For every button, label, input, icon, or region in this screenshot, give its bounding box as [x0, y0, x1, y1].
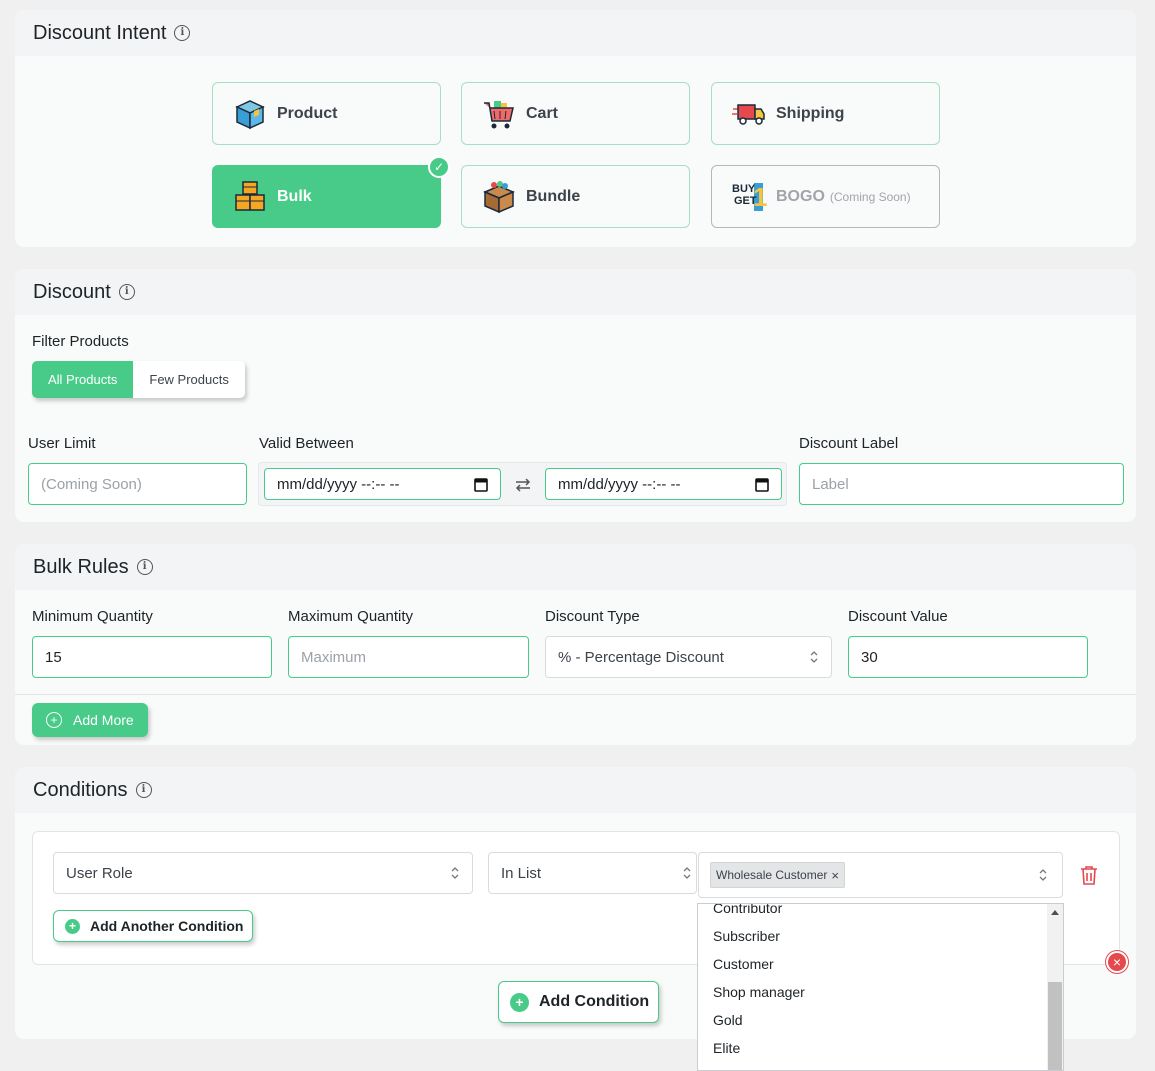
- condition-operator-select[interactable]: In List: [488, 852, 697, 894]
- dropdown-option[interactable]: Gold: [698, 1006, 1063, 1034]
- min-quantity-label: Minimum Quantity: [32, 608, 153, 625]
- intent-bogo-label: BOGO: [776, 187, 825, 205]
- add-another-condition-label: Add Another Condition: [90, 918, 244, 934]
- selected-tag-label: Wholesale Customer: [716, 868, 828, 882]
- intent-cart-label: Cart: [526, 104, 559, 122]
- discount-label-input[interactable]: Label: [799, 463, 1124, 505]
- discount-intent-header: Discount Intent i: [15, 10, 1136, 56]
- condition-field-select[interactable]: User Role: [53, 852, 473, 894]
- user-limit-label: User Limit: [28, 435, 96, 452]
- select-arrows-icon: [451, 867, 459, 879]
- date-end-value: mm/dd/yyyy --:-- --: [558, 475, 681, 493]
- select-arrows-icon: [810, 651, 818, 663]
- add-condition-button[interactable]: + Add Condition: [498, 981, 660, 1023]
- filter-all-products[interactable]: All Products: [32, 361, 134, 398]
- scroll-up-arrow-icon[interactable]: [1051, 910, 1059, 915]
- filter-products-label: Filter Products: [32, 333, 129, 350]
- max-quantity-input[interactable]: Maximum: [288, 636, 529, 678]
- dropdown-option[interactable]: Shop manager: [698, 978, 1063, 1006]
- max-quantity-label: Maximum Quantity: [288, 608, 414, 625]
- trash-icon[interactable]: [1080, 865, 1098, 890]
- cart-icon: [482, 97, 516, 131]
- intent-bundle-label: Bundle: [526, 187, 581, 205]
- calendar-icon[interactable]: [474, 477, 488, 496]
- bulk-boxes-icon: [233, 180, 267, 214]
- user-limit-input[interactable]: (Coming Soon): [28, 463, 247, 505]
- filter-products-toggle: All Products Few Products: [32, 361, 245, 398]
- select-arrows-icon: [683, 867, 691, 879]
- conditions-title: Conditions: [33, 778, 128, 801]
- discount-value-label: Discount Value: [848, 608, 948, 625]
- tag-remove-icon[interactable]: ×: [831, 868, 839, 883]
- valid-between-label: Valid Between: [259, 435, 354, 452]
- discount-type-value: % - Percentage Discount: [558, 648, 724, 666]
- discount-value-input[interactable]: 30: [848, 636, 1088, 678]
- plus-icon: +: [46, 712, 62, 728]
- calendar-icon[interactable]: [755, 477, 769, 496]
- conditions-header: Conditions i: [15, 767, 1136, 813]
- intent-bogo-sub: (Coming Soon): [829, 189, 911, 204]
- shipping-truck-icon: [732, 97, 766, 131]
- dropdown-scrollbar[interactable]: [1047, 904, 1063, 1070]
- dropdown-option[interactable]: Contributor: [698, 904, 1063, 922]
- selected-check-icon: ✓: [428, 156, 450, 178]
- dropdown-option[interactable]: Customer: [698, 950, 1063, 978]
- condition-field-value: User Role: [66, 864, 133, 882]
- dropdown-option[interactable]: Platinum: [698, 1062, 1063, 1070]
- intent-shipping-label: Shipping: [776, 104, 845, 122]
- bogo-icon-buy: BUY: [732, 182, 756, 195]
- remove-group-icon[interactable]: ×: [1106, 951, 1128, 973]
- product-box-icon: [233, 97, 267, 131]
- bogo-icon-number: 1: [753, 181, 768, 212]
- dropdown-option[interactable]: Subscriber: [698, 922, 1063, 950]
- date-start-value: mm/dd/yyyy --:-- --: [277, 475, 400, 493]
- add-more-button[interactable]: + Add More: [32, 703, 148, 737]
- scrollbar-thumb[interactable]: [1048, 982, 1062, 1070]
- bulk-rules-title: Bulk Rules: [33, 555, 129, 578]
- intent-bulk[interactable]: Bulk ✓: [212, 156, 450, 228]
- intent-cart[interactable]: Cart: [461, 82, 690, 145]
- condition-values-select[interactable]: Wholesale Customer ×: [698, 852, 1063, 898]
- discount-title: Discount: [33, 280, 111, 303]
- intent-bulk-label: Bulk: [277, 187, 312, 205]
- condition-operator-value: In List: [501, 864, 542, 882]
- plus-icon: +: [510, 992, 529, 1012]
- info-icon[interactable]: i: [174, 25, 191, 41]
- bundle-box-icon: [482, 180, 516, 214]
- discount-intent-title: Discount Intent: [33, 21, 167, 44]
- add-another-condition-button[interactable]: + Add Another Condition: [53, 910, 254, 942]
- add-more-label: Add More: [73, 712, 134, 728]
- add-condition-label: Add Condition: [539, 993, 650, 1010]
- info-icon[interactable]: i: [136, 559, 153, 575]
- date-end-input[interactable]: mm/dd/yyyy --:-- --: [545, 468, 782, 500]
- intent-shipping[interactable]: Shipping: [711, 82, 940, 145]
- swap-arrows-icon: [513, 475, 533, 500]
- filter-few-products[interactable]: Few Products: [133, 361, 245, 398]
- intent-product-label: Product: [277, 104, 338, 122]
- intent-product[interactable]: Product: [212, 82, 441, 145]
- bulk-divider: [15, 694, 1136, 695]
- plus-icon: +: [65, 918, 80, 934]
- dropdown-option[interactable]: Elite: [698, 1034, 1063, 1062]
- discount-type-label: Discount Type: [545, 608, 640, 625]
- condition-values-dropdown[interactable]: Contributor Subscriber Customer Shop man…: [697, 903, 1064, 1071]
- discount-type-select[interactable]: % - Percentage Discount: [545, 636, 832, 678]
- bulk-rules-header: Bulk Rules i: [15, 544, 1136, 590]
- intent-bogo[interactable]: BUY GET 1 BOGO (Coming Soon): [711, 165, 940, 228]
- select-arrows-icon: [1039, 869, 1047, 881]
- min-quantity-input[interactable]: 15: [32, 636, 272, 678]
- discount-label-label: Discount Label: [799, 435, 899, 452]
- info-icon[interactable]: i: [118, 284, 135, 300]
- discount-header: Discount i: [15, 269, 1136, 315]
- date-start-input[interactable]: mm/dd/yyyy --:-- --: [264, 468, 501, 500]
- selected-tag: Wholesale Customer ×: [710, 862, 845, 888]
- intent-bundle[interactable]: Bundle: [461, 165, 690, 228]
- info-icon[interactable]: i: [135, 782, 152, 798]
- bogo-icon: BUY GET 1: [732, 180, 768, 214]
